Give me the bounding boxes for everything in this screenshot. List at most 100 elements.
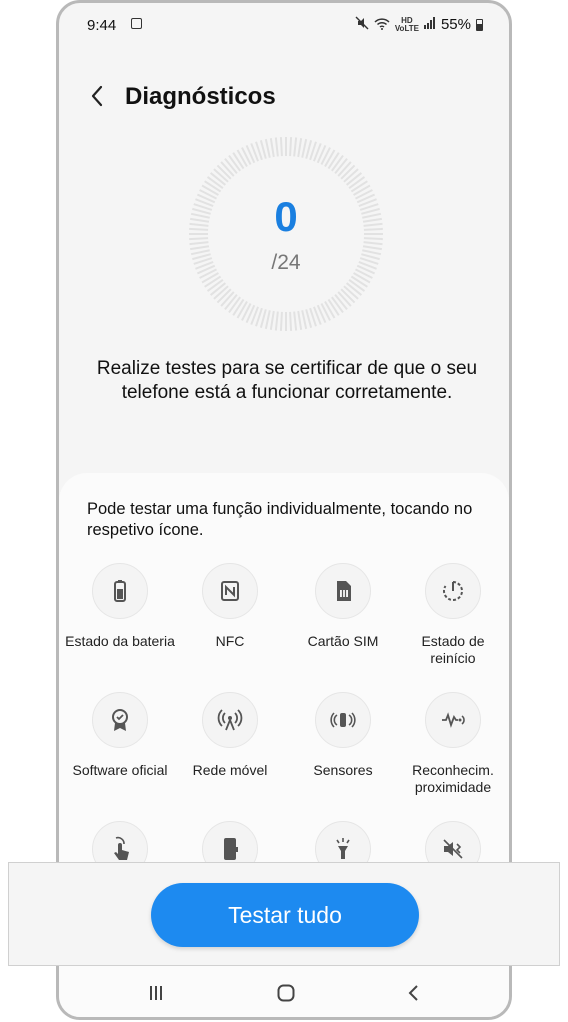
progress-tick <box>350 180 368 193</box>
progress-tick <box>220 161 235 177</box>
signal-icon <box>423 17 436 32</box>
test-label: Cartão SIM <box>307 633 379 649</box>
progress-tick <box>293 311 298 331</box>
back-arrow-icon <box>408 985 418 1001</box>
page-title: Diagnósticos <box>125 83 276 110</box>
progress-tick <box>220 291 235 307</box>
progress-tick <box>334 157 348 175</box>
gallery-notification-icon <box>131 18 142 29</box>
progress-tick <box>216 164 232 180</box>
hd-voice-icon: HD VoLTE <box>394 15 419 33</box>
status-right: HD VoLTE 55% <box>355 16 483 33</box>
progress-tick <box>216 288 232 304</box>
sensors-icon <box>315 692 371 748</box>
progress-tick <box>348 176 366 189</box>
completed-count: 0 <box>274 193 298 240</box>
progress-tick <box>279 137 283 157</box>
hint-text: Pode testar uma função individualmente, … <box>87 500 473 539</box>
progress-tick <box>350 275 368 288</box>
progress-tick <box>206 279 224 292</box>
progress-tick <box>269 310 275 330</box>
progress-tick <box>362 245 382 251</box>
certificate-icon <box>92 692 148 748</box>
progress-tick <box>343 168 359 183</box>
test-label: Estado da bateria <box>65 633 175 649</box>
test-label: Reconhecim. proximidade <box>412 762 494 795</box>
progress-tick <box>289 137 293 157</box>
test-label: Estado de reinício <box>421 633 485 666</box>
battery-status-icon <box>476 18 483 31</box>
progress-tick <box>331 296 344 314</box>
battery-percent: 55% <box>440 16 471 33</box>
progress-tick <box>189 241 209 246</box>
test-label: Rede móvel <box>192 762 268 778</box>
progress-tick <box>289 311 293 331</box>
test-mobile-network[interactable]: Rede móvel <box>175 692 285 779</box>
recents-button[interactable] <box>136 978 176 1008</box>
test-sim[interactable]: Cartão SIM <box>288 563 398 650</box>
progress-tick <box>264 310 271 330</box>
progress-tick <box>297 310 303 330</box>
progress-tick <box>343 285 359 300</box>
progress-tick <box>293 137 298 157</box>
progress-tick <box>340 288 356 304</box>
wifi-icon <box>374 17 390 33</box>
test-restart[interactable]: Estado de reinício <box>398 563 508 667</box>
progress-tick <box>337 161 352 177</box>
progress-tick <box>327 298 340 316</box>
progress-tick <box>279 311 283 331</box>
test-label: Sensores <box>313 762 373 778</box>
progress-tick <box>190 245 210 251</box>
progress-tick <box>204 275 222 288</box>
progress-tick <box>232 152 245 170</box>
test-label: NFC <box>215 633 245 649</box>
progress-tick <box>340 164 356 180</box>
progress-tick <box>345 172 363 186</box>
progress-tick <box>301 310 308 330</box>
progress-tick <box>206 176 224 189</box>
progress-tick <box>209 172 227 186</box>
proximity-icon <box>425 692 481 748</box>
test-proximity[interactable]: Reconhecim. proximidade <box>398 692 508 796</box>
description-text: Realize testes para se certificar de que… <box>96 358 478 403</box>
progress-tick <box>348 279 366 292</box>
chevron-left-icon <box>91 85 103 107</box>
status-time: 9:44 <box>87 17 117 34</box>
nav-back-button[interactable] <box>394 978 434 1008</box>
test-sensors[interactable]: Sensores <box>288 692 398 779</box>
recents-icon <box>150 986 162 1000</box>
total-count: /24 <box>271 251 301 274</box>
cta-bar: Testar tudo <box>8 862 560 966</box>
home-icon <box>277 984 295 1002</box>
progress-tick <box>337 291 352 307</box>
antenna-icon <box>202 692 258 748</box>
test-software[interactable]: Software oficial <box>65 692 175 779</box>
progress-tick <box>301 138 308 158</box>
test-all-button[interactable]: Testar tudo <box>151 883 419 947</box>
progress-tick <box>269 138 275 158</box>
progress-tick <box>204 180 222 193</box>
back-button[interactable] <box>83 81 111 111</box>
progress-tick <box>213 285 229 300</box>
mute-icon <box>355 16 369 33</box>
sim-card-icon <box>315 563 371 619</box>
progress-tick <box>274 311 279 331</box>
progress-tick <box>297 138 303 158</box>
progress-tick <box>213 168 229 183</box>
test-nfc[interactable]: NFC <box>175 563 285 650</box>
progress-tick <box>224 293 238 311</box>
test-label: Software oficial <box>72 762 168 778</box>
nfc-icon <box>202 563 258 619</box>
status-bar: 9:44 HD VoLTE 55% <box>59 3 509 47</box>
battery-icon <box>92 563 148 619</box>
test-battery[interactable]: Estado da bateria <box>65 563 175 650</box>
progress-tick <box>331 154 344 172</box>
progress-tick <box>327 152 340 170</box>
progress-tick <box>228 154 241 172</box>
home-button[interactable] <box>266 978 306 1008</box>
progress-tick <box>228 296 241 314</box>
app-header: Diagnósticos <box>59 75 509 119</box>
progress-tick <box>334 293 348 311</box>
progress-tick <box>363 241 383 246</box>
progress-tick <box>224 157 238 175</box>
